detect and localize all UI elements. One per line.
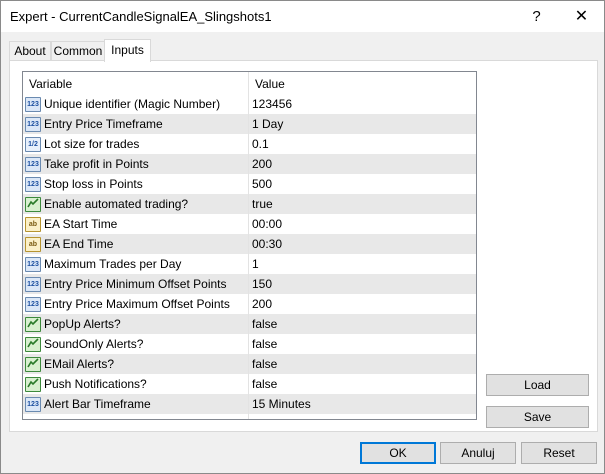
- variable-name: Unique identifier (Magic Number): [44, 97, 221, 111]
- int-type-icon: 123: [25, 117, 41, 132]
- variable-name: PopUp Alerts?: [44, 317, 121, 331]
- variable-name: Entry Price Maximum Offset Points: [44, 297, 230, 311]
- variable-value[interactable]: 00:30: [252, 237, 282, 251]
- input-row[interactable]: Enable automated trading? true: [23, 194, 476, 214]
- variable-name: SoundOnly Alerts?: [44, 337, 144, 351]
- variable-value[interactable]: true: [252, 197, 273, 211]
- variable-name: Maximum Trades per Day: [44, 257, 182, 271]
- load-button[interactable]: Load: [486, 374, 589, 396]
- variable-value[interactable]: 00:00: [252, 217, 282, 231]
- input-row[interactable]: EMail Alerts? false: [23, 354, 476, 374]
- variable-value[interactable]: 0.1: [252, 137, 269, 151]
- variable-value[interactable]: 1 Day: [252, 117, 283, 131]
- input-row[interactable]: 123 Entry Price Minimum Offset Points 150: [23, 274, 476, 294]
- variable-value[interactable]: false: [252, 317, 277, 331]
- input-row[interactable]: PopUp Alerts? false: [23, 314, 476, 334]
- inputs-panel: Variable Value 123 Unique identifier (Mag…: [9, 60, 598, 432]
- variable-name: Take profit in Points: [44, 157, 149, 171]
- variable-name: Stop loss in Points: [44, 177, 143, 191]
- variable-value[interactable]: false: [252, 337, 277, 351]
- expert-dialog: Expert - CurrentCandleSignalEA_Slingshot…: [0, 0, 605, 474]
- variable-value[interactable]: false: [252, 377, 277, 391]
- input-row[interactable]: ab EA End Time 00:30: [23, 234, 476, 254]
- grid-header: Variable Value: [23, 72, 476, 94]
- string-type-icon: ab: [25, 217, 41, 232]
- int-type-icon: 123: [25, 277, 41, 292]
- tab-about[interactable]: About: [9, 41, 51, 61]
- variable-name: Entry Price Timeframe: [44, 117, 163, 131]
- column-header-variable[interactable]: Variable: [29, 77, 72, 91]
- variable-value[interactable]: 200: [252, 157, 272, 171]
- variable-value[interactable]: 500: [252, 177, 272, 191]
- input-row[interactable]: 123 Take profit in Points 200: [23, 154, 476, 174]
- double-type-icon: 1/2: [25, 137, 41, 152]
- variable-value[interactable]: 15 Minutes: [252, 397, 311, 411]
- variable-name: EA Start Time: [44, 217, 118, 231]
- string-type-icon: ab: [25, 237, 41, 252]
- int-type-icon: 123: [25, 257, 41, 272]
- input-row[interactable]: 123 Entry Price Maximum Offset Points 200: [23, 294, 476, 314]
- column-divider[interactable]: [248, 72, 249, 419]
- variable-name: Alert Bar Timeframe: [44, 397, 151, 411]
- bool-type-icon: [25, 337, 41, 352]
- input-row[interactable]: 123 Stop loss in Points 500: [23, 174, 476, 194]
- variable-name: Push Notifications?: [44, 377, 147, 391]
- input-row[interactable]: Push Notifications? false: [23, 374, 476, 394]
- variable-value[interactable]: 200: [252, 297, 272, 311]
- save-button[interactable]: Save: [486, 406, 589, 428]
- variable-value[interactable]: 123456: [252, 97, 292, 111]
- window-title: Expert - CurrentCandleSignalEA_Slingshot…: [10, 9, 272, 24]
- input-row[interactable]: ab EA Start Time 00:00: [23, 214, 476, 234]
- input-row[interactable]: 123 Unique identifier (Magic Number) 12345…: [23, 94, 476, 114]
- input-row[interactable]: 123 Entry Price Timeframe 1 Day: [23, 114, 476, 134]
- variable-name: Lot size for trades: [44, 137, 140, 151]
- reset-button[interactable]: Reset: [521, 442, 597, 464]
- close-button[interactable]: ✕: [559, 1, 604, 32]
- bool-type-icon: [25, 357, 41, 372]
- variable-value[interactable]: 1: [252, 257, 259, 271]
- bool-type-icon: [25, 377, 41, 392]
- input-row[interactable]: 123 Maximum Trades per Day 1: [23, 254, 476, 274]
- inputs-grid: Variable Value 123 Unique identifier (Mag…: [22, 71, 477, 420]
- input-row[interactable]: 123 Alert Bar Timeframe 15 Minutes: [23, 394, 476, 414]
- variable-name: Enable automated trading?: [44, 197, 189, 211]
- bool-type-icon: [25, 197, 41, 212]
- int-type-icon: 123: [25, 297, 41, 312]
- cancel-button[interactable]: Anuluj: [440, 442, 516, 464]
- ok-button[interactable]: OK: [360, 442, 436, 464]
- variable-value[interactable]: 150: [252, 277, 272, 291]
- int-type-icon: 123: [25, 397, 41, 412]
- variable-name: Entry Price Minimum Offset Points: [44, 277, 227, 291]
- int-type-icon: 123: [25, 97, 41, 112]
- column-header-value[interactable]: Value: [255, 77, 285, 91]
- bool-type-icon: [25, 317, 41, 332]
- variable-value[interactable]: false: [252, 357, 277, 371]
- tab-common[interactable]: Common: [51, 41, 105, 61]
- variable-name: EA End Time: [44, 237, 114, 251]
- int-type-icon: 123: [25, 157, 41, 172]
- variable-name: EMail Alerts?: [44, 357, 115, 371]
- input-row[interactable]: SoundOnly Alerts? false: [23, 334, 476, 354]
- int-type-icon: 123: [25, 177, 41, 192]
- title-bar: Expert - CurrentCandleSignalEA_Slingshot…: [1, 1, 604, 32]
- input-row[interactable]: 1/2 Lot size for trades 0.1: [23, 134, 476, 154]
- help-button[interactable]: ?: [514, 1, 559, 32]
- tab-inputs[interactable]: Inputs: [104, 39, 151, 62]
